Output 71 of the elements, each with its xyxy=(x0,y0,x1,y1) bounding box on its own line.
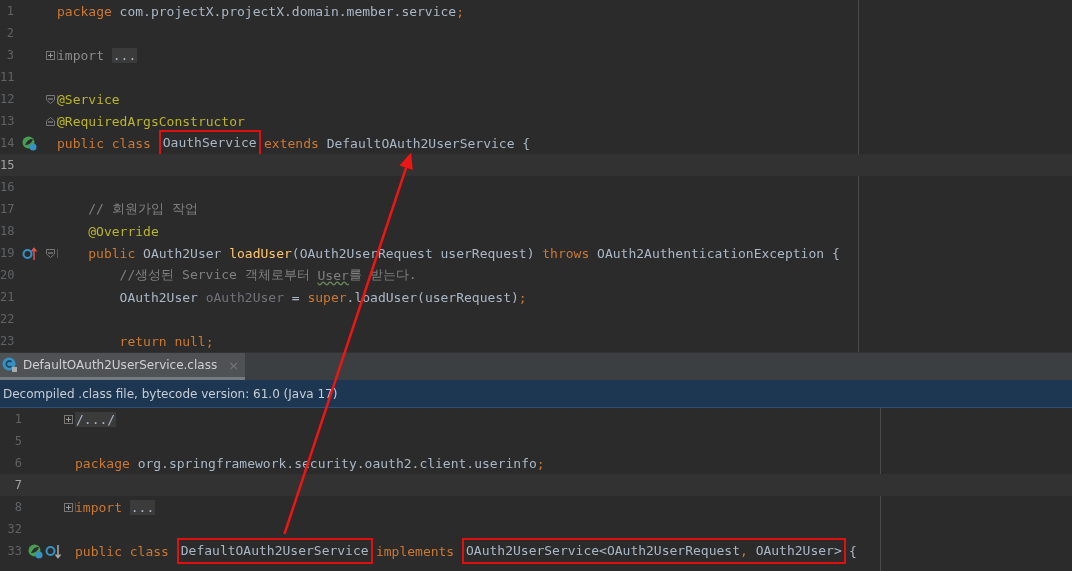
code-text: // 회원가입 작업 xyxy=(88,200,198,218)
fold-expand-icon[interactable] xyxy=(64,502,73,512)
line-number: 12 xyxy=(0,92,14,106)
line-number: 32 xyxy=(6,522,22,536)
fold-collapse-icon[interactable] xyxy=(46,248,55,258)
line-number: 2 xyxy=(5,26,14,40)
code-text: @RequiredArgsConstructor xyxy=(57,113,245,129)
leaf-circle-icon[interactable] xyxy=(22,135,37,151)
code-text: OAuth2User xyxy=(119,289,198,305)
code-text: implements xyxy=(375,543,455,559)
code-text: { xyxy=(522,135,531,151)
line-number: 8 xyxy=(13,500,22,514)
code-text: oAuth2User xyxy=(205,289,284,305)
line-number: 23 xyxy=(0,334,14,348)
override-arrow-icon[interactable] xyxy=(22,245,37,261)
line-number: 33 xyxy=(6,544,22,558)
line-number: 1 xyxy=(5,4,14,18)
line-number: 13 xyxy=(0,114,14,128)
folded-code: /.../ xyxy=(75,411,117,427)
code-text: = xyxy=(291,289,300,305)
code-text: @Service xyxy=(57,91,120,107)
code-text: public xyxy=(88,245,136,261)
line-number: 5 xyxy=(13,434,22,448)
line-number: 20 xyxy=(0,268,14,282)
code-text: //생성된 Service 객체로부터 xyxy=(119,266,310,284)
code-text: super xyxy=(307,289,347,305)
editor-tab[interactable]: DefaultOAuth2UserService.class × xyxy=(0,353,246,380)
code-text: { xyxy=(849,543,857,559)
fold-collapse-icon[interactable] xyxy=(46,94,55,104)
highlighted-code: OAuth2UserService<OAuth2UserRequest, OAuth2User> xyxy=(462,538,846,564)
code-text: throws xyxy=(542,245,590,261)
code-text: ; xyxy=(456,3,464,19)
line-number: 16 xyxy=(0,180,14,194)
class-file-icon xyxy=(2,357,18,373)
line-number: 22 xyxy=(0,312,14,326)
line-number: 1 xyxy=(13,412,22,426)
code-text: DefaultOAuth2UserService xyxy=(326,135,515,151)
code-text: OAuth2AuthenticationException { xyxy=(597,245,840,261)
code-text: ; xyxy=(518,289,527,305)
code-text: @Override xyxy=(88,223,159,239)
folded-code: ... xyxy=(111,47,138,63)
code-text: package xyxy=(75,455,130,471)
code-text: loadUser xyxy=(229,245,292,261)
implementation-arrow-icon[interactable] xyxy=(45,543,62,559)
code-text: package xyxy=(57,3,112,19)
line-number: 15 xyxy=(0,158,14,172)
fold-expand-icon[interactable] xyxy=(64,414,73,424)
code-text: import xyxy=(75,499,122,515)
line-number: 11 xyxy=(0,70,14,84)
leaf-circle-icon[interactable] xyxy=(28,543,43,559)
code-text: ; xyxy=(536,455,545,471)
code-text: OAuth2User xyxy=(143,245,222,261)
code-text: import xyxy=(57,47,104,63)
line-number: 19 xyxy=(0,246,14,260)
line-number: 21 xyxy=(0,290,14,304)
line-number: 17 xyxy=(0,202,14,216)
code-text: return null; xyxy=(119,333,214,349)
line-number: 6 xyxy=(13,456,22,470)
line-number: 3 xyxy=(5,48,14,62)
fold-expand-icon[interactable] xyxy=(46,50,55,60)
code-text: com.projectX.projectX.domain.member.service xyxy=(118,3,457,19)
misspelled-word: User xyxy=(317,267,349,283)
line-number: 7 xyxy=(13,478,22,492)
fold-end-icon[interactable] xyxy=(46,116,55,126)
line-number: 18 xyxy=(0,224,14,238)
line-number: 14 xyxy=(0,136,14,150)
code-text: extends xyxy=(264,135,319,151)
folded-code: ... xyxy=(129,499,156,515)
code-text: public class xyxy=(57,135,151,151)
code-text: public class xyxy=(75,543,169,559)
highlighted-code: DefaultOAuth2UserService xyxy=(176,538,373,564)
